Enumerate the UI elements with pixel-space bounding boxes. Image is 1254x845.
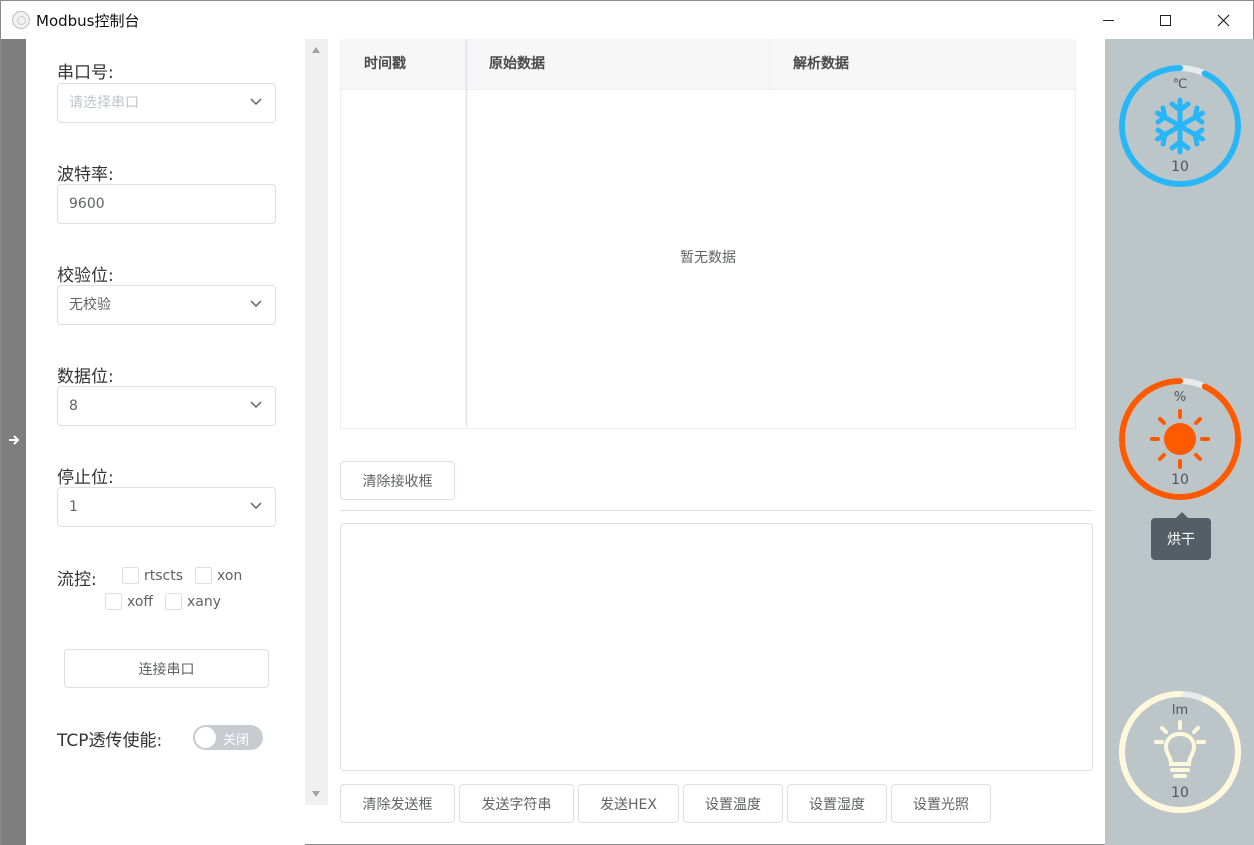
gauge-value: 10 [1171, 785, 1189, 801]
parity-select[interactable]: 无校验 [57, 285, 276, 325]
checkbox-label: xon [217, 567, 243, 584]
connect-port-button[interactable]: 连接串口 [64, 649, 269, 688]
tcp-toggle[interactable]: 关闭 [193, 725, 263, 750]
minimize-button[interactable] [1080, 1, 1136, 39]
baud-input[interactable]: 9600 [57, 184, 276, 224]
flow-checkbox-xoff[interactable]: xoff [105, 593, 153, 610]
column-header-parsed: 解析数据 [793, 56, 849, 72]
parity-label: 校验位: [57, 266, 114, 286]
gauge-unit: % [1173, 390, 1187, 405]
stopbits-label: 停止位: [57, 468, 114, 488]
chevron-down-icon [250, 98, 262, 106]
baud-label: 波特率: [57, 165, 114, 185]
port-select-placeholder: 请选择串口 [69, 95, 139, 111]
serial-settings-panel: 串口号: 请选择串口 波特率: 9600 校验位: 无校验 数据位: 8 停止位… [26, 39, 305, 845]
checkbox[interactable] [122, 567, 139, 584]
flow-checkbox-xon[interactable]: xon [195, 567, 242, 584]
databits-value: 8 [69, 398, 78, 414]
settings-scrollbar[interactable] [305, 39, 328, 805]
maximize-icon [1159, 14, 1171, 26]
tcp-label: TCP透传使能: [57, 731, 163, 751]
stopbits-select[interactable]: 1 [57, 487, 276, 527]
baud-value: 9600 [69, 196, 105, 212]
tooltip: 烘干 [1151, 512, 1211, 560]
app-window: Modbus控制台 串口号: 请选择串口 波特率: 9600 校验位: 无校验 … [0, 0, 1254, 845]
checkbox[interactable] [165, 593, 182, 610]
sun-icon [1150, 409, 1210, 469]
fixed-column-shadow [465, 39, 469, 427]
empty-text: 暂无数据 [680, 250, 736, 266]
humidity-gauge: % 10 [1117, 376, 1243, 502]
gauge-unit: lm [1171, 703, 1189, 718]
gauge-unit: ℃ [1172, 77, 1188, 92]
minimize-icon [1102, 19, 1114, 21]
title-bar: Modbus控制台 [1, 1, 1253, 39]
temperature-gauge: ℃ 10 [1117, 63, 1243, 189]
databits-label: 数据位: [57, 367, 114, 387]
scroll-up-icon[interactable] [312, 47, 320, 53]
clear-send-button[interactable]: 清除发送框 [340, 784, 455, 823]
checkbox-label: xoff [127, 593, 154, 610]
app-icon [12, 11, 30, 29]
sidebar-expand-strip[interactable] [1, 39, 26, 845]
set-light-button[interactable]: 设置光照 [891, 784, 991, 823]
toggle-text: 关闭 [223, 733, 250, 748]
parity-value: 无校验 [69, 297, 111, 313]
port-select[interactable]: 请选择串口 [57, 83, 276, 123]
flow-label: 流控: [57, 570, 97, 590]
flow-checkbox-rtscts[interactable]: rtscts [122, 567, 183, 584]
checkbox-label: xany [187, 593, 222, 610]
send-string-button[interactable]: 发送字符串 [459, 784, 574, 823]
chevron-down-icon [250, 401, 262, 409]
receive-table: 时间戳 原始数据 解析数据 暂无数据 [340, 39, 1076, 429]
databits-select[interactable]: 8 [57, 386, 276, 426]
stopbits-value: 1 [69, 499, 78, 515]
checkbox[interactable] [195, 567, 212, 584]
chevron-down-icon [250, 502, 262, 510]
divider [340, 510, 1093, 511]
light-gauge: lm 10 [1117, 689, 1243, 815]
column-divider [769, 39, 770, 90]
flow-checkbox-xany[interactable]: xany [165, 593, 221, 610]
column-header-raw: 原始数据 [489, 56, 545, 72]
column-header-timestamp: 时间戳 [364, 56, 406, 72]
clear-receive-button[interactable]: 清除接收框 [340, 461, 455, 500]
checkbox[interactable] [105, 593, 122, 610]
set-humidity-button[interactable]: 设置湿度 [787, 784, 887, 823]
close-button[interactable] [1195, 1, 1251, 39]
gauge-panel: ℃ 10 % 10 lm 10 [1105, 39, 1254, 845]
maximize-button[interactable] [1137, 1, 1193, 39]
window-title: Modbus控制台 [36, 12, 140, 30]
snowflake-icon [1155, 97, 1205, 155]
port-label: 串口号: [57, 63, 114, 83]
chevron-down-icon [250, 300, 262, 308]
send-hex-button[interactable]: 发送HEX [578, 784, 679, 823]
checkbox-label: rtscts [144, 567, 184, 584]
send-textarea[interactable] [340, 523, 1093, 771]
arrow-right-icon [9, 435, 20, 445]
gauge-value: 10 [1171, 472, 1189, 488]
gauge-value: 10 [1171, 159, 1189, 175]
close-icon [1217, 14, 1229, 26]
scroll-down-icon[interactable] [312, 791, 320, 797]
table-header: 时间戳 原始数据 解析数据 [341, 39, 1075, 90]
set-temperature-button[interactable]: 设置温度 [683, 784, 783, 823]
toggle-knob [195, 727, 216, 748]
lightbulb-icon [1154, 720, 1206, 778]
